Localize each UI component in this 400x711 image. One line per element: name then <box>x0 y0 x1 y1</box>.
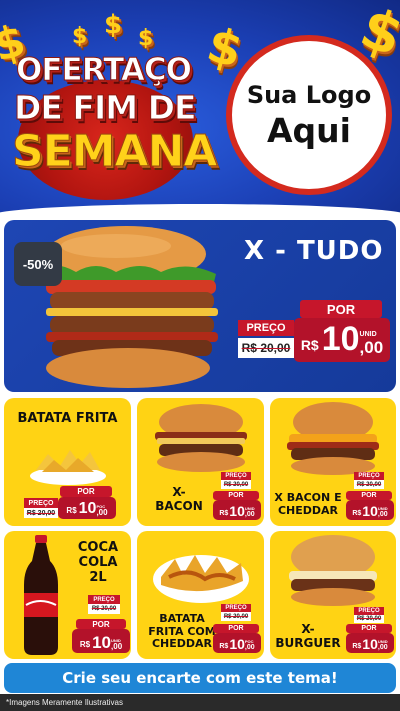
old-price-value: R$ 20,00 <box>223 481 249 488</box>
old-price-label: PREÇO <box>354 607 384 615</box>
por-label: POR <box>60 486 112 497</box>
price-integer: 10 <box>362 636 378 652</box>
price-currency: R$ <box>352 510 362 517</box>
old-price-label: PREÇO <box>24 498 58 508</box>
price-value: R$ 10 UNID ,00 <box>346 633 394 653</box>
old-price-label: PREÇO <box>221 472 251 480</box>
price-value: R$ 10 UNID ,00 <box>72 629 130 653</box>
old-price: R$ 20,00 <box>354 615 384 623</box>
x-burguer-image <box>289 535 377 606</box>
price-currency: R$ <box>219 643 229 650</box>
title-line-3: SEMANA <box>11 126 217 178</box>
old-price: R$ 20,00 <box>354 480 384 489</box>
product-name: BATATA FRITA <box>17 411 118 426</box>
price-decimal: ,00 <box>244 511 255 518</box>
logo-text-line2: Aqui <box>267 110 351 150</box>
header-banner: $ $ $ $ $ $ OFERTAÇO DE FIM DE SEMANA Su… <box>0 0 400 214</box>
dollar-icon: $ <box>138 26 154 51</box>
price-value: R$ 10 UNID ,00 <box>346 500 394 520</box>
por-label: POR <box>346 491 392 500</box>
por-label: POR <box>346 624 392 633</box>
old-price: R$ 20,00 <box>221 480 251 489</box>
price-unit: UNID <box>359 331 377 338</box>
price-value: R$ 10 POC ,00 <box>213 633 261 653</box>
title-line-1: OFERTAÇO <box>15 52 192 89</box>
price-currency: R$ <box>79 640 91 649</box>
logo-text-line1: Sua Logo <box>246 80 372 109</box>
product-card-batata-cheddar[interactable]: BATATA FRITA COM CHEDDAR PREÇO R$ 20,00 … <box>137 531 264 659</box>
old-price-label: PREÇO <box>354 472 384 480</box>
featured-product-card[interactable]: -50% X - TUDO POR PREÇO R$ 20,00 R$ 10 U… <box>4 220 396 392</box>
old-price-value: R$ 20,00 <box>241 341 291 355</box>
featured-product-name: X - TUDO <box>244 236 384 266</box>
product-card-x-burguer[interactable]: X- BURGUER PREÇO R$ 20,00 POR R$ 10 UNID… <box>270 531 396 659</box>
price-integer: 10 <box>229 636 245 652</box>
x-bacon-cheddar-image <box>287 402 379 475</box>
price-currency: R$ <box>219 510 229 517</box>
price-decimal: ,00 <box>111 642 123 651</box>
price-currency: R$ <box>352 643 362 650</box>
por-label: POR <box>213 624 259 633</box>
price-value: R$ 10 POC ,00 <box>58 497 116 519</box>
price-currency: R$ <box>66 506 77 515</box>
price-currency: R$ <box>300 337 319 353</box>
fries-cheddar-image <box>153 555 249 603</box>
discount-badge: -50% <box>14 242 62 286</box>
old-price: R$ 20,00 <box>238 338 294 358</box>
product-card-x-bacon-cheddar[interactable]: X BACON E CHEDDAR PREÇO R$ 20,00 POR R$ … <box>270 398 396 526</box>
old-price-value: R$ 20,00 <box>356 481 382 488</box>
price-value: R$ 10 UNID ,00 <box>294 318 390 362</box>
product-card-coca-cola[interactable]: COCA COLA 2L PREÇO R$ 20,00 POR R$ 10 UN… <box>4 531 131 659</box>
title-line-2: DE FIM DE <box>14 88 198 128</box>
old-price-value: R$ 20,00 <box>356 616 382 622</box>
price-integer: 10 <box>362 503 378 519</box>
old-price-label: PREÇO <box>88 595 120 604</box>
create-flyer-button[interactable]: Crie seu encarte com este tema! <box>4 663 396 693</box>
price-decimal: ,00 <box>96 508 108 517</box>
product-name: X- BACON <box>155 485 203 513</box>
price-decimal: ,00 <box>377 644 388 651</box>
por-label: POR <box>300 300 382 318</box>
product-name: X BACON E CHEDDAR <box>274 491 342 517</box>
logo-placeholder[interactable]: Sua Logo Aqui <box>226 35 392 195</box>
price-integer: 10 <box>78 500 97 517</box>
dollar-icon: $ <box>104 10 123 40</box>
price-decimal: ,00 <box>244 644 255 651</box>
old-price-value: R$ 20,00 <box>223 613 249 620</box>
old-price-value: R$ 20,00 <box>26 509 56 517</box>
old-price: R$ 20,00 <box>88 604 120 614</box>
coca-cola-bottle-image <box>24 535 58 655</box>
por-label: POR <box>213 491 259 500</box>
product-card-x-bacon[interactable]: X- BACON PREÇO R$ 20,00 POR R$ 10 UNID ,0… <box>137 398 264 526</box>
product-name: BATATA FRITA COM CHEDDAR <box>148 612 216 651</box>
old-price: R$ 20,00 <box>24 508 58 518</box>
price-decimal: ,00 <box>377 511 388 518</box>
price-integer: 10 <box>321 320 360 358</box>
old-price-value: R$ 20,00 <box>91 606 117 612</box>
price-integer: 10 <box>92 633 112 652</box>
fries-image <box>30 450 106 485</box>
old-price: R$ 20,00 <box>221 612 251 621</box>
price-value: R$ 10 UNID ,00 <box>213 500 261 520</box>
dollar-icon: $ <box>72 24 88 49</box>
product-name: X- BURGUER <box>275 622 341 650</box>
product-card-batata-frita[interactable]: BATATA FRITA POR PREÇO R$ 20,00 R$ 10 PO… <box>4 398 131 526</box>
x-bacon-image <box>155 404 247 472</box>
product-name: COCA COLA 2L <box>77 540 119 585</box>
por-label: POR <box>76 619 126 629</box>
price-decimal: ,00 <box>359 338 384 357</box>
disclaimer-text: *Imagens Meramente Ilustrativas <box>0 694 400 711</box>
old-price-label: PREÇO <box>238 320 294 336</box>
old-price-label: PREÇO <box>221 604 251 612</box>
price-integer: 10 <box>229 503 245 519</box>
